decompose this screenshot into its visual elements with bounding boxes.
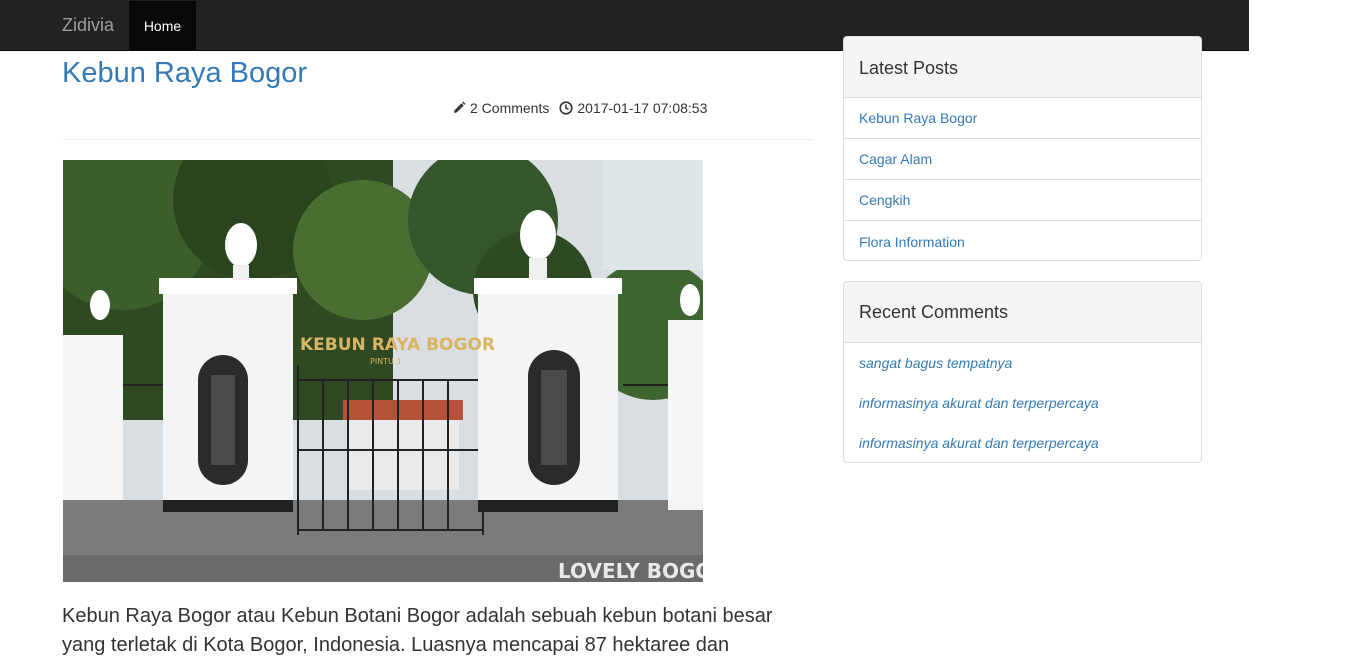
image-watermark: LOVELY BOGOR bbox=[558, 559, 703, 582]
latest-post-item[interactable]: Flora Information bbox=[844, 221, 1201, 260]
latest-post-item[interactable]: Cagar Alam bbox=[844, 139, 1201, 180]
gate-sign-subtext: PINTU 1 bbox=[370, 357, 402, 366]
recent-comments-heading: Recent Comments bbox=[844, 282, 1201, 343]
latest-post-item[interactable]: Cengkih bbox=[844, 180, 1201, 221]
post-date: 2017-01-17 07:08:53 bbox=[577, 100, 708, 116]
clock-icon bbox=[559, 101, 573, 115]
recent-comment-item[interactable]: informasinya akurat dan terperpercaya bbox=[844, 383, 1201, 423]
post-title[interactable]: Kebun Raya Bogor bbox=[62, 56, 307, 90]
divider bbox=[62, 139, 813, 140]
latest-post-item[interactable]: Kebun Raya Bogor bbox=[844, 98, 1201, 139]
post-image: KEBUN RAYA BOGOR PINTU 1 LOVELY BOGOR bbox=[63, 160, 703, 582]
recent-comment-item[interactable]: sangat bagus tempatnya bbox=[844, 343, 1201, 383]
comment-count[interactable]: 2 Comments bbox=[470, 99, 549, 117]
post-body: Kebun Raya Bogor atau Kebun Botani Bogor… bbox=[62, 605, 773, 656]
latest-posts-panel: Latest Posts Kebun Raya Bogor Cagar Alam… bbox=[843, 36, 1202, 261]
nav-home-link[interactable]: Home bbox=[129, 1, 196, 51]
latest-posts-heading: Latest Posts bbox=[844, 37, 1201, 98]
pencil-icon bbox=[454, 101, 466, 113]
navbar-brand[interactable]: Zidivia bbox=[62, 14, 114, 36]
post-meta: 2 Comments 2017-01-17 07:08:53 bbox=[452, 99, 707, 117]
recent-comment-item[interactable]: informasinya akurat dan terperpercaya bbox=[844, 423, 1201, 462]
gate-sign-text: KEBUN RAYA BOGOR bbox=[300, 335, 495, 355]
recent-comments-panel: Recent Comments sangat bagus tempatnya i… bbox=[843, 281, 1202, 463]
